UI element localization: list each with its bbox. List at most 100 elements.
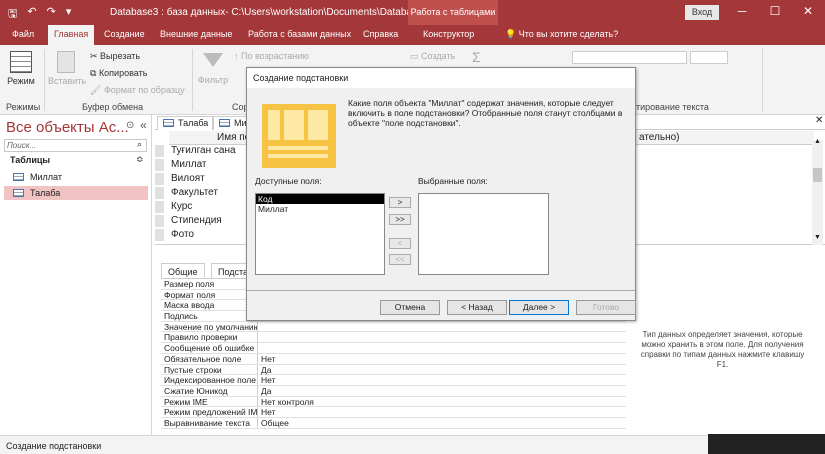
context-tab-label: Работа с таблицами	[408, 0, 498, 25]
sign-in-button[interactable]: Вход	[685, 5, 719, 20]
doc-tab-talaba[interactable]: Талаба	[157, 116, 214, 130]
property-row[interactable]: Обязательное поле Нет	[161, 353, 626, 365]
wizard-illustration-icon	[262, 104, 336, 168]
table-icon	[13, 189, 24, 197]
view-button[interactable]: Режим	[6, 51, 36, 86]
add-field-button[interactable]: >	[389, 197, 411, 208]
tab-general[interactable]: Общие	[161, 263, 205, 278]
list-item[interactable]: Код	[256, 194, 384, 204]
next-button[interactable]: Далее >	[509, 300, 569, 315]
brush-icon: 🖌	[90, 85, 104, 95]
redo-icon[interactable]: ↷	[47, 5, 56, 24]
sort-asc-icon: ↑	[234, 51, 242, 61]
collapse-nav-icon[interactable]: «	[140, 118, 147, 132]
scroll-up-icon[interactable]: ▲	[814, 138, 821, 145]
finish-button[interactable]: Готово	[576, 300, 636, 315]
available-fields-list[interactable]: Код Миллат	[255, 193, 385, 275]
corner-overlay	[708, 434, 825, 454]
font-size-select[interactable]	[690, 51, 728, 64]
field-row[interactable]: Миллат	[155, 159, 255, 172]
table-design-icon	[163, 119, 174, 127]
format-painter-button[interactable]: 🖌 Формат по образцу	[90, 85, 185, 96]
tell-me-search[interactable]: 💡 Что вы хотите сделать?	[505, 29, 618, 40]
ribbon-separator	[44, 49, 45, 111]
window-title: Database3 : база данных- C:\Users\workst…	[110, 7, 450, 18]
tab-file[interactable]: Файл	[12, 29, 34, 39]
paste-button[interactable]: Вставить	[48, 51, 86, 86]
tab-database-tools[interactable]: Работа с базами данных	[248, 29, 351, 39]
cancel-button[interactable]: Отмена	[380, 300, 440, 315]
font-select[interactable]	[572, 51, 687, 64]
close-button[interactable]: ✕	[801, 4, 815, 18]
field-row[interactable]: Стипендия	[155, 215, 255, 228]
title-bar: 🖫 ↶ ↷ ▾ Database3 : база данных- C:\User…	[0, 0, 825, 25]
close-document-icon[interactable]: ✕	[815, 115, 823, 126]
tab-create[interactable]: Создание	[104, 29, 145, 39]
selected-fields-list[interactable]	[418, 193, 549, 275]
undo-icon[interactable]: ↶	[27, 5, 36, 24]
navigation-pane: Все объекты Ac... ⊙ « Поиск... ⌕ Таблицы…	[0, 115, 152, 435]
nav-section-tables[interactable]: Таблицы	[10, 155, 50, 165]
field-row[interactable]: Факультет	[155, 187, 255, 200]
tab-help[interactable]: Справка	[363, 29, 398, 39]
nav-search-input[interactable]: Поиск...	[4, 139, 147, 152]
nav-menu-chevron-icon[interactable]: ⊙	[126, 120, 134, 131]
text-formatting-group-label: тирование текста	[636, 102, 709, 112]
nav-pane-header[interactable]: Все объекты Ac...	[6, 119, 129, 136]
property-row[interactable]: Сообщение об ошибке	[161, 343, 626, 354]
scroll-down-icon[interactable]: ▼	[814, 234, 821, 241]
vertical-scrollbar[interactable]: ▲ ▼	[812, 138, 823, 245]
property-row[interactable]: Пустые строки Да	[161, 364, 626, 376]
property-row[interactable]: Режим IME Нет контроля	[161, 396, 626, 408]
field-row[interactable]: Фото	[155, 229, 255, 242]
field-row[interactable]: Вилоят	[155, 173, 255, 186]
tab-external-data[interactable]: Внешние данные	[160, 29, 232, 39]
copy-button[interactable]: ⧉ Копировать	[90, 68, 147, 79]
ribbon-separator	[762, 49, 763, 111]
tab-design[interactable]: Конструктор	[423, 29, 474, 39]
totals-icon[interactable]: Σ	[472, 49, 481, 65]
dialog-title: Создание подстановки	[247, 68, 635, 88]
lightbulb-icon: 💡	[505, 29, 519, 39]
field-row[interactable]: Туғилган сана	[155, 145, 255, 158]
add-all-fields-button[interactable]: >>	[389, 214, 411, 225]
remove-all-fields-button[interactable]: <<	[389, 254, 411, 265]
remove-field-button[interactable]: <	[389, 238, 411, 249]
list-item[interactable]: Миллат	[256, 204, 384, 214]
property-row[interactable]: Режим предложений IME Нет	[161, 407, 626, 418]
status-bar: Создание подстановки	[0, 435, 825, 454]
dialog-message: Какие поля объекта "Миллат" содержат зна…	[348, 98, 623, 128]
clipboard-group-label: Буфер обмена	[82, 102, 144, 112]
sort-ascending-button[interactable]: ↑ По возрастанию	[234, 51, 309, 61]
tab-home[interactable]: Главная	[48, 25, 95, 45]
field-row[interactable]: Курс	[155, 201, 255, 214]
property-row[interactable]: Сжатие Юникод Да	[161, 385, 626, 397]
status-text: Создание подстановки	[6, 441, 102, 451]
clipboard-icon	[57, 51, 75, 73]
restore-button[interactable]: ☐	[768, 4, 782, 18]
customize-qat-icon[interactable]: ▾	[66, 5, 72, 24]
create-record-button[interactable]: ▭ Создать	[410, 51, 455, 62]
lookup-wizard-dialog: Создание подстановки Какие поля объекта …	[246, 67, 636, 321]
scroll-thumb[interactable]	[813, 168, 822, 182]
datasheet-view-icon	[10, 51, 32, 73]
property-row[interactable]: Выравнивание текста Общее	[161, 417, 626, 429]
property-row[interactable]: Значение по умолчанию	[161, 321, 626, 333]
column-header-description: ательно)	[639, 132, 680, 143]
scissors-icon: ✂	[90, 51, 101, 61]
dialog-divider	[247, 290, 635, 291]
back-button[interactable]: < Назад	[447, 300, 507, 315]
save-icon[interactable]: 🖫	[8, 5, 17, 24]
filter-button[interactable]: Фильтр	[196, 51, 230, 85]
nav-item-talaba[interactable]: Талаба	[4, 186, 148, 200]
property-help-text: Тип данных определяет значения, которые …	[640, 330, 805, 369]
collapse-section-icon[interactable]: ≎	[136, 154, 144, 165]
property-row[interactable]: Правило проверки	[161, 332, 626, 344]
nav-item-millat[interactable]: Миллат	[4, 170, 148, 184]
property-row[interactable]: Индексированное поле Нет	[161, 375, 626, 386]
cut-button[interactable]: ✂ Вырезать	[90, 51, 140, 62]
funnel-icon	[203, 53, 223, 67]
views-group-label: Режимы	[6, 102, 41, 112]
ribbon-tabs: Файл Главная Создание Внешние данные Раб…	[0, 25, 825, 45]
minimize-button[interactable]: ─	[735, 4, 749, 18]
